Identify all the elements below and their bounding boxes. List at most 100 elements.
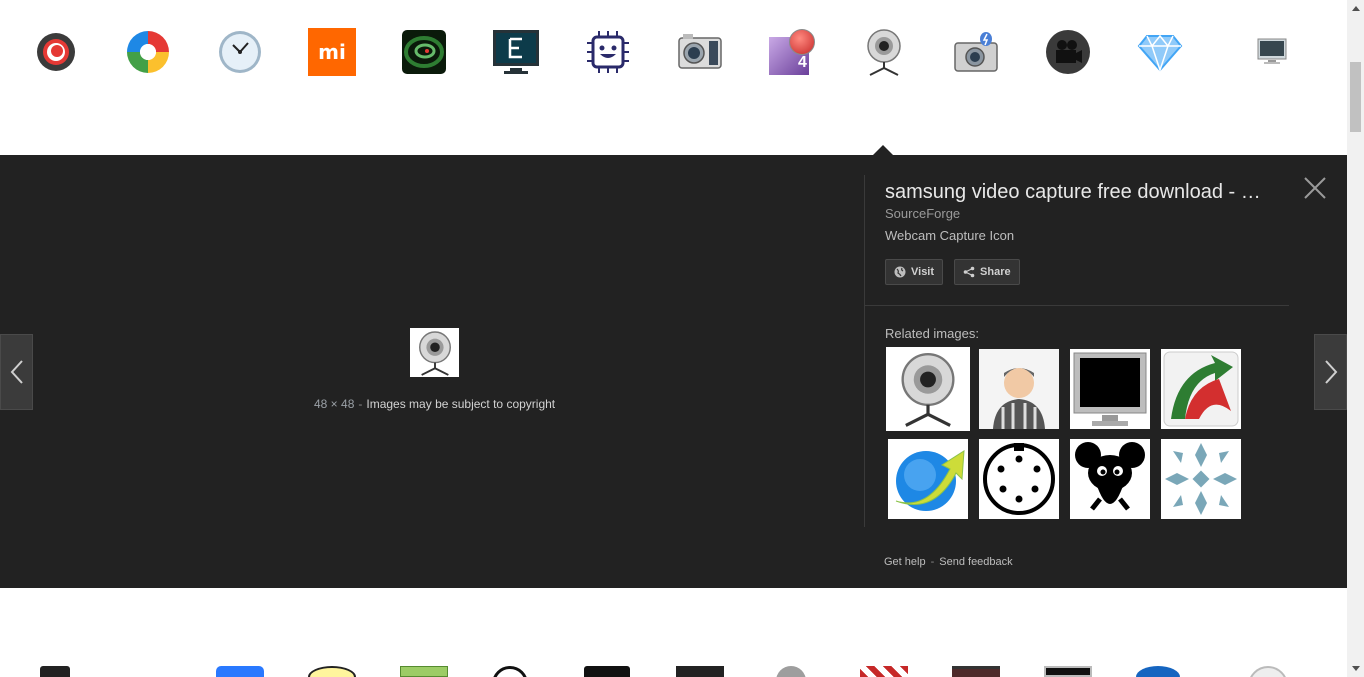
prisoner-icon [979, 349, 1059, 429]
grey-disc-icon [1248, 666, 1288, 677]
result-thumbnail[interactable] [676, 28, 724, 76]
result-thumbnail[interactable] [216, 666, 264, 677]
result-thumbnail[interactable] [1248, 28, 1296, 76]
din-connector-icon [979, 439, 1059, 519]
movie-camera-icon [1046, 30, 1090, 74]
help-links: Get help - Send feedback [884, 556, 1013, 568]
blue-cloud-icon [1136, 666, 1180, 677]
related-image[interactable] [1161, 439, 1241, 519]
close-icon [1304, 177, 1326, 199]
image-results-row-bottom [0, 588, 1347, 677]
image-title-link[interactable]: samsung video capture free download - So… [885, 179, 1270, 205]
version-number: 4 [798, 54, 807, 71]
image-dimensions: 48 × 48 [314, 397, 355, 411]
result-thumbnail[interactable] [584, 28, 632, 76]
result-thumbnail[interactable] [32, 28, 80, 76]
webcam-icon [867, 29, 901, 76]
panel-divider [864, 175, 865, 527]
scroll-up-button[interactable] [1347, 0, 1364, 17]
yellow-circle-icon [308, 666, 356, 677]
related-images-heading: Related images: [885, 326, 979, 341]
image-source[interactable]: SourceForge [885, 206, 1285, 221]
monitor-e-icon [493, 30, 539, 74]
black-mouse-character-icon [1070, 439, 1150, 519]
related-image[interactable] [979, 439, 1059, 519]
result-thumbnail-selected[interactable] [860, 28, 908, 76]
result-thumbnail[interactable]: mi [308, 28, 356, 76]
copyright-notice: Images may be subject to copyright [366, 397, 556, 411]
related-image[interactable] [1070, 349, 1150, 429]
dark-box-icon [676, 666, 724, 677]
smiling-chip-icon [587, 31, 629, 73]
result-thumbnail[interactable] [676, 666, 724, 677]
red-pattern-icon [860, 666, 908, 677]
result-thumbnail[interactable] [1136, 28, 1184, 76]
result-thumbnail[interactable] [124, 28, 172, 76]
camera-flash-icon [954, 32, 998, 72]
result-thumbnail[interactable] [1044, 666, 1092, 677]
blue-app-icon [216, 666, 264, 677]
result-thumbnail[interactable] [584, 666, 632, 677]
result-thumbnail[interactable] [40, 666, 88, 677]
result-thumbnail[interactable] [492, 666, 540, 677]
action-buttons: Visit Share [885, 259, 1020, 285]
camera-icon [678, 34, 722, 69]
visit-button[interactable]: Visit [885, 259, 944, 285]
black-ring-icon [492, 666, 528, 677]
result-thumbnail[interactable] [768, 666, 816, 677]
black-window-icon [584, 666, 630, 677]
chevron-right-icon [1324, 360, 1337, 384]
image-meta: 48 × 48- Images may be subject to copyrig… [314, 397, 555, 411]
previous-image-button[interactable] [0, 334, 33, 410]
result-thumbnail[interactable] [1136, 666, 1184, 677]
close-preview-button[interactable] [1302, 175, 1328, 201]
related-image[interactable] [1070, 439, 1150, 519]
preview-image[interactable] [410, 328, 459, 377]
page-scrollbar[interactable] [1347, 0, 1364, 677]
result-thumbnail[interactable]: 4 [768, 28, 816, 76]
send-feedback-link[interactable]: Send feedback [939, 556, 1012, 568]
related-image[interactable] [979, 349, 1059, 429]
grey-dome-icon [776, 666, 806, 677]
result-thumbnail[interactable] [952, 666, 1000, 677]
scroll-down-button[interactable] [1347, 660, 1364, 677]
share-button[interactable]: Share [954, 259, 1020, 285]
chevron-left-icon [10, 360, 23, 384]
related-image[interactable] [1161, 349, 1241, 429]
red-green-arrow-icon [1161, 349, 1241, 429]
black-monitor-icon [1070, 349, 1150, 429]
mi-logo-text: mi [318, 40, 346, 64]
info-divider [865, 305, 1289, 306]
share-label: Share [980, 266, 1011, 278]
result-thumbnail[interactable] [1044, 28, 1092, 76]
blue-globe-arrow-icon [888, 439, 968, 519]
result-thumbnail[interactable] [308, 666, 356, 677]
small-monitor-icon [1257, 38, 1287, 64]
related-image[interactable] [888, 439, 968, 519]
share-icon [963, 266, 975, 278]
webcam-icon [901, 352, 955, 427]
result-thumbnail[interactable] [400, 28, 448, 76]
lock-icon [40, 666, 70, 677]
webcam-icon [418, 330, 451, 376]
globe-icon [894, 266, 906, 278]
blue-gem-icon [1137, 34, 1183, 72]
get-help-link[interactable]: Get help [884, 556, 926, 568]
snowflake-pattern-icon [1161, 439, 1241, 519]
result-thumbnail[interactable] [860, 666, 908, 677]
result-thumbnail[interactable] [400, 666, 448, 677]
meta-separator: - [358, 397, 363, 411]
result-thumbnail[interactable] [1248, 666, 1296, 677]
scrollbar-thumb[interactable] [1350, 62, 1361, 132]
related-image[interactable] [886, 347, 970, 431]
image-preview-panel: 48 × 48- Images may be subject to copyrig… [0, 155, 1347, 588]
result-thumbnail[interactable] [492, 28, 540, 76]
image-info: samsung video capture free download - So… [885, 179, 1285, 243]
dark-red-box-icon [952, 666, 1000, 677]
purple-record-4-icon: 4 [769, 29, 815, 75]
result-thumbnail[interactable] [216, 28, 264, 76]
result-thumbnail[interactable] [952, 28, 1000, 76]
next-image-button[interactable] [1314, 334, 1347, 410]
green-spiral-icon [402, 30, 446, 74]
link-separator: - [930, 556, 935, 568]
